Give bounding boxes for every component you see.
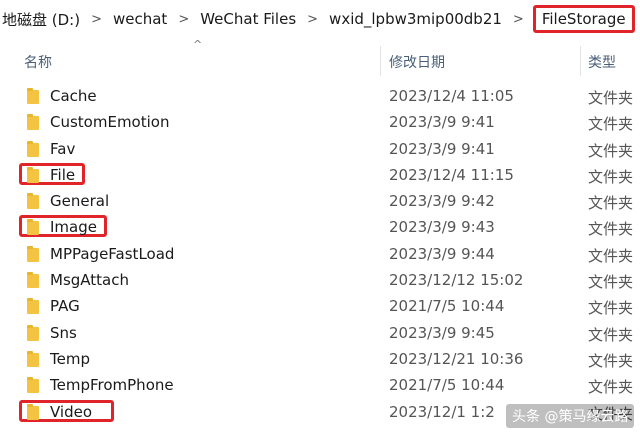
file-modified-date: 2023/12/4 11:05 [389, 87, 514, 105]
file-modified-date: 2023/12/12 15:02 [389, 271, 524, 290]
file-type: 文件夹 [588, 378, 634, 397]
file-row[interactable]: General 2023/3/9 9:42 文件夹 [0, 189, 640, 215]
file-type: 文件夹 [588, 141, 634, 160]
file-row[interactable]: Sns 2023/3/9 9:45 文件夹 [0, 321, 640, 347]
column-header-row: 名称 修改日期 类型 [0, 46, 640, 76]
breadcrumb-item-drive[interactable]: 地磁盘 (D:) [0, 9, 82, 30]
file-list: Cache 2023/12/4 11:05 文件夹 CustomEmotion 2023… [0, 84, 640, 426]
folder-icon [27, 324, 39, 341]
file-name: File [50, 165, 76, 184]
folder-icon [27, 350, 39, 367]
file-row[interactable]: MsgAttach 2023/12/12 15:02 文件夹 [0, 268, 640, 294]
file-name: Video [50, 402, 93, 421]
chevron-right-icon[interactable]: > [513, 12, 524, 27]
folder-icon [27, 193, 39, 210]
breadcrumb-item-wechat[interactable]: wechat [111, 10, 169, 28]
folder-icon [27, 245, 39, 262]
file-modified-date: 2023/12/21 10:36 [389, 349, 524, 368]
folder-icon [27, 377, 39, 394]
file-type: 文件夹 [588, 89, 634, 107]
watermark: 头条 @策马缘云路 [506, 404, 635, 428]
column-header-name[interactable]: 名称 [24, 52, 52, 72]
file-modified-date: 2023/3/9 9:42 [389, 192, 495, 211]
file-name: PAG [50, 297, 80, 316]
breadcrumb: 地磁盘 (D:) > wechat > WeChat Files > wxid_… [0, 0, 640, 38]
file-modified-date: 2023/3/9 9:45 [389, 323, 495, 342]
breadcrumb-item-wxid[interactable]: wxid_lpbw3mip00db21 [327, 10, 504, 28]
file-row[interactable]: Cache 2023/12/4 11:05 文件夹 [0, 84, 640, 110]
file-type: 文件夹 [588, 194, 634, 213]
file-type: 文件夹 [588, 273, 634, 292]
file-explorer-window: 地磁盘 (D:) > wechat > WeChat Files > wxid_… [0, 0, 640, 438]
file-row[interactable]: CustomEmotion 2023/3/9 9:41 文件夹 [0, 110, 640, 136]
file-row[interactable]: Fav 2023/3/9 9:41 文件夹 [0, 137, 640, 163]
folder-icon [27, 219, 39, 236]
file-modified-date: 2021/7/5 10:44 [389, 376, 505, 395]
folder-icon [27, 88, 39, 104]
file-modified-date: 2023/3/9 9:41 [389, 113, 495, 132]
file-name: Image [50, 218, 97, 237]
file-name: MsgAttach [50, 271, 129, 290]
file-type: 文件夹 [588, 167, 634, 186]
chevron-right-icon[interactable]: > [178, 12, 189, 27]
file-name: MPPageFastLoad [50, 244, 175, 263]
file-modified-date: 2023/3/9 9:43 [389, 218, 495, 237]
file-row[interactable]: MPPageFastLoad 2023/3/9 9:44 文件夹 [0, 242, 640, 268]
chevron-right-icon[interactable]: > [91, 12, 102, 27]
folder-icon [27, 272, 39, 289]
chevron-right-icon[interactable]: > [307, 12, 318, 27]
file-row[interactable]: TempFromPhone 2021/7/5 10:44 文件夹 [0, 373, 640, 399]
file-name: CustomEmotion [50, 113, 170, 132]
column-header-date[interactable]: 修改日期 [389, 52, 445, 72]
file-type: 文件夹 [588, 220, 634, 239]
file-type: 文件夹 [588, 325, 634, 344]
file-modified-date: 2023/12/4 11:15 [389, 165, 514, 184]
file-row[interactable]: PAG 2021/7/5 10:44 文件夹 [0, 294, 640, 320]
folder-icon [27, 140, 39, 157]
file-name: Fav [50, 139, 76, 158]
breadcrumb-item-filestorage[interactable]: FileStorage [532, 5, 635, 33]
file-type: 文件夹 [588, 351, 634, 370]
file-name: Cache [50, 87, 97, 105]
folder-icon [27, 166, 39, 183]
file-name: Sns [50, 323, 77, 342]
file-name: TempFromPhone [50, 376, 174, 395]
file-row[interactable]: File 2023/12/4 11:15 文件夹 [0, 162, 640, 189]
folder-icon [27, 114, 39, 131]
folder-icon [27, 298, 39, 315]
breadcrumb-item-wechat-files[interactable]: WeChat Files [198, 10, 298, 28]
file-name: Temp [50, 349, 90, 368]
column-divider[interactable] [380, 46, 381, 76]
file-modified-date: 2023/12/1 1:2 [389, 402, 495, 421]
column-header-type[interactable]: 类型 [588, 52, 616, 72]
file-type: 文件夹 [588, 115, 634, 134]
file-row[interactable]: Temp 2023/12/21 10:36 文件夹 [0, 347, 640, 373]
file-type: 文件夹 [588, 246, 634, 265]
file-modified-date: 2023/3/9 9:41 [389, 139, 495, 158]
file-modified-date: 2023/3/9 9:44 [389, 244, 495, 263]
file-row[interactable]: Image 2023/3/9 9:43 文件夹 [0, 215, 640, 241]
file-type: 文件夹 [588, 299, 634, 318]
folder-icon [27, 403, 39, 420]
column-divider[interactable] [580, 46, 581, 76]
file-name: General [50, 192, 110, 211]
file-modified-date: 2021/7/5 10:44 [389, 297, 505, 316]
